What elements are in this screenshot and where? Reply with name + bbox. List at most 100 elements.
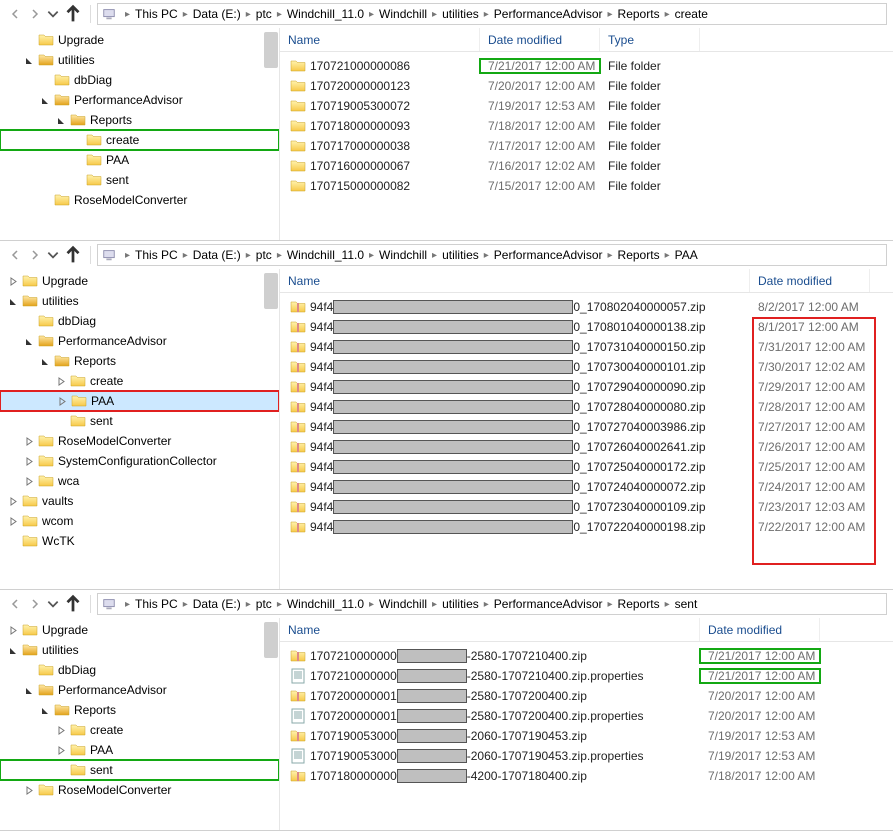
history-dropdown[interactable] bbox=[46, 7, 60, 21]
list-row[interactable]: 170715000000082 7/15/2017 12:00 AM File … bbox=[280, 176, 893, 196]
tree-node-sent[interactable]: sent bbox=[0, 170, 279, 190]
breadcrumb-segment[interactable]: ptc bbox=[256, 597, 272, 611]
tree-node-performanceadvisor[interactable]: PerformanceAdvisor bbox=[0, 90, 279, 110]
chevron-right-icon[interactable]: ▸ bbox=[660, 250, 675, 261]
chevron-right-icon[interactable]: ▸ bbox=[178, 250, 193, 261]
breadcrumb-segment[interactable]: This PC bbox=[135, 7, 178, 21]
breadcrumb-segment[interactable]: Windchill bbox=[379, 597, 427, 611]
list-row[interactable]: 94f40_170802040000057.zip 8/2/2017 12:00… bbox=[280, 297, 893, 317]
column-header-date-modified[interactable]: Date modified bbox=[750, 269, 870, 292]
expander-icon[interactable] bbox=[6, 517, 20, 526]
list-row[interactable]: 1707180000000-4200-1707180400.zip 7/18/2… bbox=[280, 766, 893, 786]
chevron-right-icon[interactable]: ▸ bbox=[120, 250, 135, 261]
breadcrumb-segment[interactable]: ptc bbox=[256, 248, 272, 262]
expander-icon[interactable] bbox=[54, 726, 68, 735]
tree-node-rosemodelconverter[interactable]: RoseModelConverter bbox=[0, 780, 279, 800]
back-button[interactable] bbox=[6, 5, 24, 23]
up-button[interactable] bbox=[62, 593, 84, 615]
tree-node-performanceadvisor[interactable]: PerformanceAdvisor bbox=[0, 331, 279, 351]
list-row[interactable]: 1707210000000-2580-1707210400.zip 7/21/2… bbox=[280, 646, 893, 666]
tree-node-upgrade[interactable]: Upgrade bbox=[0, 271, 279, 291]
history-dropdown[interactable] bbox=[46, 248, 60, 262]
breadcrumb-segment[interactable]: Data (E:) bbox=[193, 248, 241, 262]
breadcrumb-segment[interactable]: Windchill_11.0 bbox=[287, 597, 364, 611]
expander-icon[interactable] bbox=[6, 497, 20, 506]
expander-icon[interactable] bbox=[6, 646, 20, 655]
list-row[interactable]: 1707200000001-2580-1707200400.zip 7/20/2… bbox=[280, 686, 893, 706]
expander-icon[interactable] bbox=[54, 377, 68, 386]
tree-node-paa[interactable]: PAA bbox=[0, 391, 279, 411]
breadcrumb-segment[interactable]: utilities bbox=[442, 248, 479, 262]
tree-node-create[interactable]: create bbox=[0, 720, 279, 740]
scrollbar[interactable] bbox=[264, 271, 278, 587]
address-bar[interactable]: ▸This PC▸Data (E:)▸ptc▸Windchill_11.0▸Wi… bbox=[97, 593, 887, 615]
chevron-right-icon[interactable]: ▸ bbox=[427, 599, 442, 610]
tree-node-create[interactable]: create bbox=[0, 371, 279, 391]
tree-node-rosemodelconverter[interactable]: RoseModelConverter bbox=[0, 431, 279, 451]
chevron-right-icon[interactable]: ▸ bbox=[241, 250, 256, 261]
column-header-name[interactable]: Name bbox=[280, 618, 700, 641]
chevron-right-icon[interactable]: ▸ bbox=[120, 9, 135, 20]
breadcrumb-segment[interactable]: Reports bbox=[618, 7, 660, 21]
tree-node-dbdiag[interactable]: dbDiag bbox=[0, 311, 279, 331]
chevron-right-icon[interactable]: ▸ bbox=[120, 599, 135, 610]
navigation-tree[interactable]: Upgrade utilities dbDiag PerformanceAdvi… bbox=[0, 28, 280, 240]
tree-node-utilities[interactable]: utilities bbox=[0, 291, 279, 311]
chevron-right-icon[interactable]: ▸ bbox=[427, 9, 442, 20]
chevron-right-icon[interactable]: ▸ bbox=[479, 599, 494, 610]
breadcrumb-segment[interactable]: Windchill_11.0 bbox=[287, 248, 364, 262]
tree-node-utilities[interactable]: utilities bbox=[0, 50, 279, 70]
chevron-right-icon[interactable]: ▸ bbox=[364, 250, 379, 261]
expander-icon[interactable] bbox=[22, 786, 36, 795]
chevron-right-icon[interactable]: ▸ bbox=[603, 250, 618, 261]
list-row[interactable]: 170717000000038 7/17/2017 12:00 AM File … bbox=[280, 136, 893, 156]
list-row[interactable]: 1707210000000-2580-1707210400.zip.proper… bbox=[280, 666, 893, 686]
tree-node-performanceadvisor[interactable]: PerformanceAdvisor bbox=[0, 680, 279, 700]
expander-icon[interactable] bbox=[54, 116, 68, 125]
breadcrumb-segment[interactable]: Windchill bbox=[379, 248, 427, 262]
breadcrumb-segment[interactable]: utilities bbox=[442, 597, 479, 611]
expander-icon[interactable] bbox=[38, 96, 52, 105]
tree-node-paa[interactable]: PAA bbox=[0, 740, 279, 760]
chevron-right-icon[interactable]: ▸ bbox=[660, 9, 675, 20]
breadcrumb-segment[interactable]: Windchill bbox=[379, 7, 427, 21]
column-header-type[interactable]: Type bbox=[600, 28, 700, 51]
tree-node-upgrade[interactable]: Upgrade bbox=[0, 620, 279, 640]
chevron-right-icon[interactable]: ▸ bbox=[241, 9, 256, 20]
address-bar[interactable]: ▸This PC▸Data (E:)▸ptc▸Windchill_11.0▸Wi… bbox=[97, 3, 887, 25]
tree-node-reports[interactable]: Reports bbox=[0, 700, 279, 720]
tree-node-rosemodelconverter[interactable]: RoseModelConverter bbox=[0, 190, 279, 210]
scrollbar[interactable] bbox=[264, 30, 278, 238]
chevron-right-icon[interactable]: ▸ bbox=[178, 9, 193, 20]
chevron-right-icon[interactable]: ▸ bbox=[178, 599, 193, 610]
expander-icon[interactable] bbox=[22, 457, 36, 466]
chevron-right-icon[interactable]: ▸ bbox=[603, 9, 618, 20]
chevron-right-icon[interactable]: ▸ bbox=[479, 9, 494, 20]
up-button[interactable] bbox=[62, 244, 84, 266]
chevron-right-icon[interactable]: ▸ bbox=[364, 9, 379, 20]
expander-icon[interactable] bbox=[38, 706, 52, 715]
list-row[interactable]: 170721000000086 7/21/2017 12:00 AM File … bbox=[280, 56, 893, 76]
breadcrumb-segment[interactable]: This PC bbox=[135, 597, 178, 611]
breadcrumb-segment[interactable]: Reports bbox=[618, 597, 660, 611]
list-row[interactable]: 1707190053000-2060-1707190453.zip.proper… bbox=[280, 746, 893, 766]
tree-node-sent[interactable]: sent bbox=[0, 760, 279, 780]
expander-icon[interactable] bbox=[6, 277, 20, 286]
chevron-right-icon[interactable]: ▸ bbox=[479, 250, 494, 261]
tree-node-wcom[interactable]: wcom bbox=[0, 511, 279, 531]
tree-node-dbdiag[interactable]: dbDiag bbox=[0, 660, 279, 680]
tree-node-reports[interactable]: Reports bbox=[0, 351, 279, 371]
breadcrumb-segment[interactable]: ptc bbox=[256, 7, 272, 21]
expander-icon[interactable] bbox=[22, 337, 36, 346]
chevron-right-icon[interactable]: ▸ bbox=[427, 250, 442, 261]
tree-node-wctk[interactable]: WcTK bbox=[0, 531, 279, 551]
chevron-right-icon[interactable]: ▸ bbox=[272, 250, 287, 261]
breadcrumb-segment[interactable]: utilities bbox=[442, 7, 479, 21]
chevron-right-icon[interactable]: ▸ bbox=[241, 599, 256, 610]
chevron-right-icon[interactable]: ▸ bbox=[603, 599, 618, 610]
list-row[interactable]: 170718000000093 7/18/2017 12:00 AM File … bbox=[280, 116, 893, 136]
tree-node-sent[interactable]: sent bbox=[0, 411, 279, 431]
navigation-tree[interactable]: Upgrade utilities dbDiag PerformanceAdvi… bbox=[0, 618, 280, 830]
expander-icon[interactable] bbox=[6, 626, 20, 635]
column-header-date-modified[interactable]: Date modified bbox=[700, 618, 820, 641]
